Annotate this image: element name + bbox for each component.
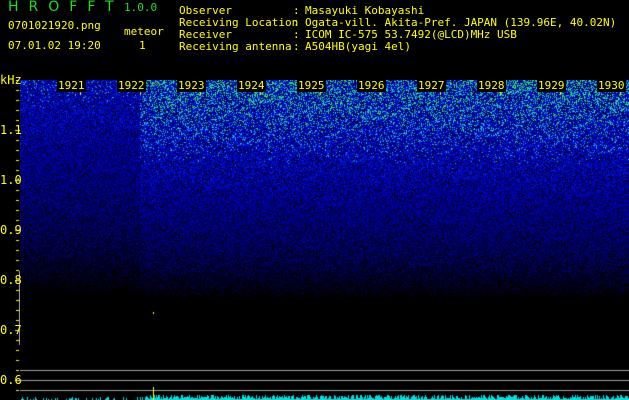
time-label: 1926	[357, 79, 386, 92]
freq-label: 0.6	[0, 373, 22, 387]
time-label: 1927	[417, 79, 446, 92]
app-title: HROFFT	[8, 0, 124, 15]
freq-label: 0.9	[0, 223, 22, 237]
freq-label: 0.7	[0, 323, 22, 337]
time-label: 1924	[237, 79, 266, 92]
file-datetime: 07.01.02 19:20	[8, 39, 101, 52]
time-label: 1922	[117, 79, 146, 92]
freq-label: 1.1	[0, 123, 22, 137]
spectrogram	[20, 80, 629, 400]
time-label: 1925	[297, 79, 326, 92]
file-name: 0701021920.png	[8, 19, 101, 32]
time-label: 1929	[537, 79, 566, 92]
app-version: 1.0.0	[124, 1, 158, 14]
freq-label: 1.0	[0, 173, 22, 187]
freq-label: 0.8	[0, 273, 22, 287]
time-label: 1923	[177, 79, 206, 92]
meteor-label: meteor	[124, 25, 164, 38]
time-label: 1928	[477, 79, 506, 92]
info-value: A504HB(yagi 4el)	[305, 40, 411, 53]
info-label: Receiving antenna	[179, 40, 292, 53]
axis-unit: kHz	[0, 73, 22, 87]
meteor-count: 1	[139, 39, 146, 52]
time-label: 1930	[597, 79, 626, 92]
time-label: 1921	[57, 79, 86, 92]
